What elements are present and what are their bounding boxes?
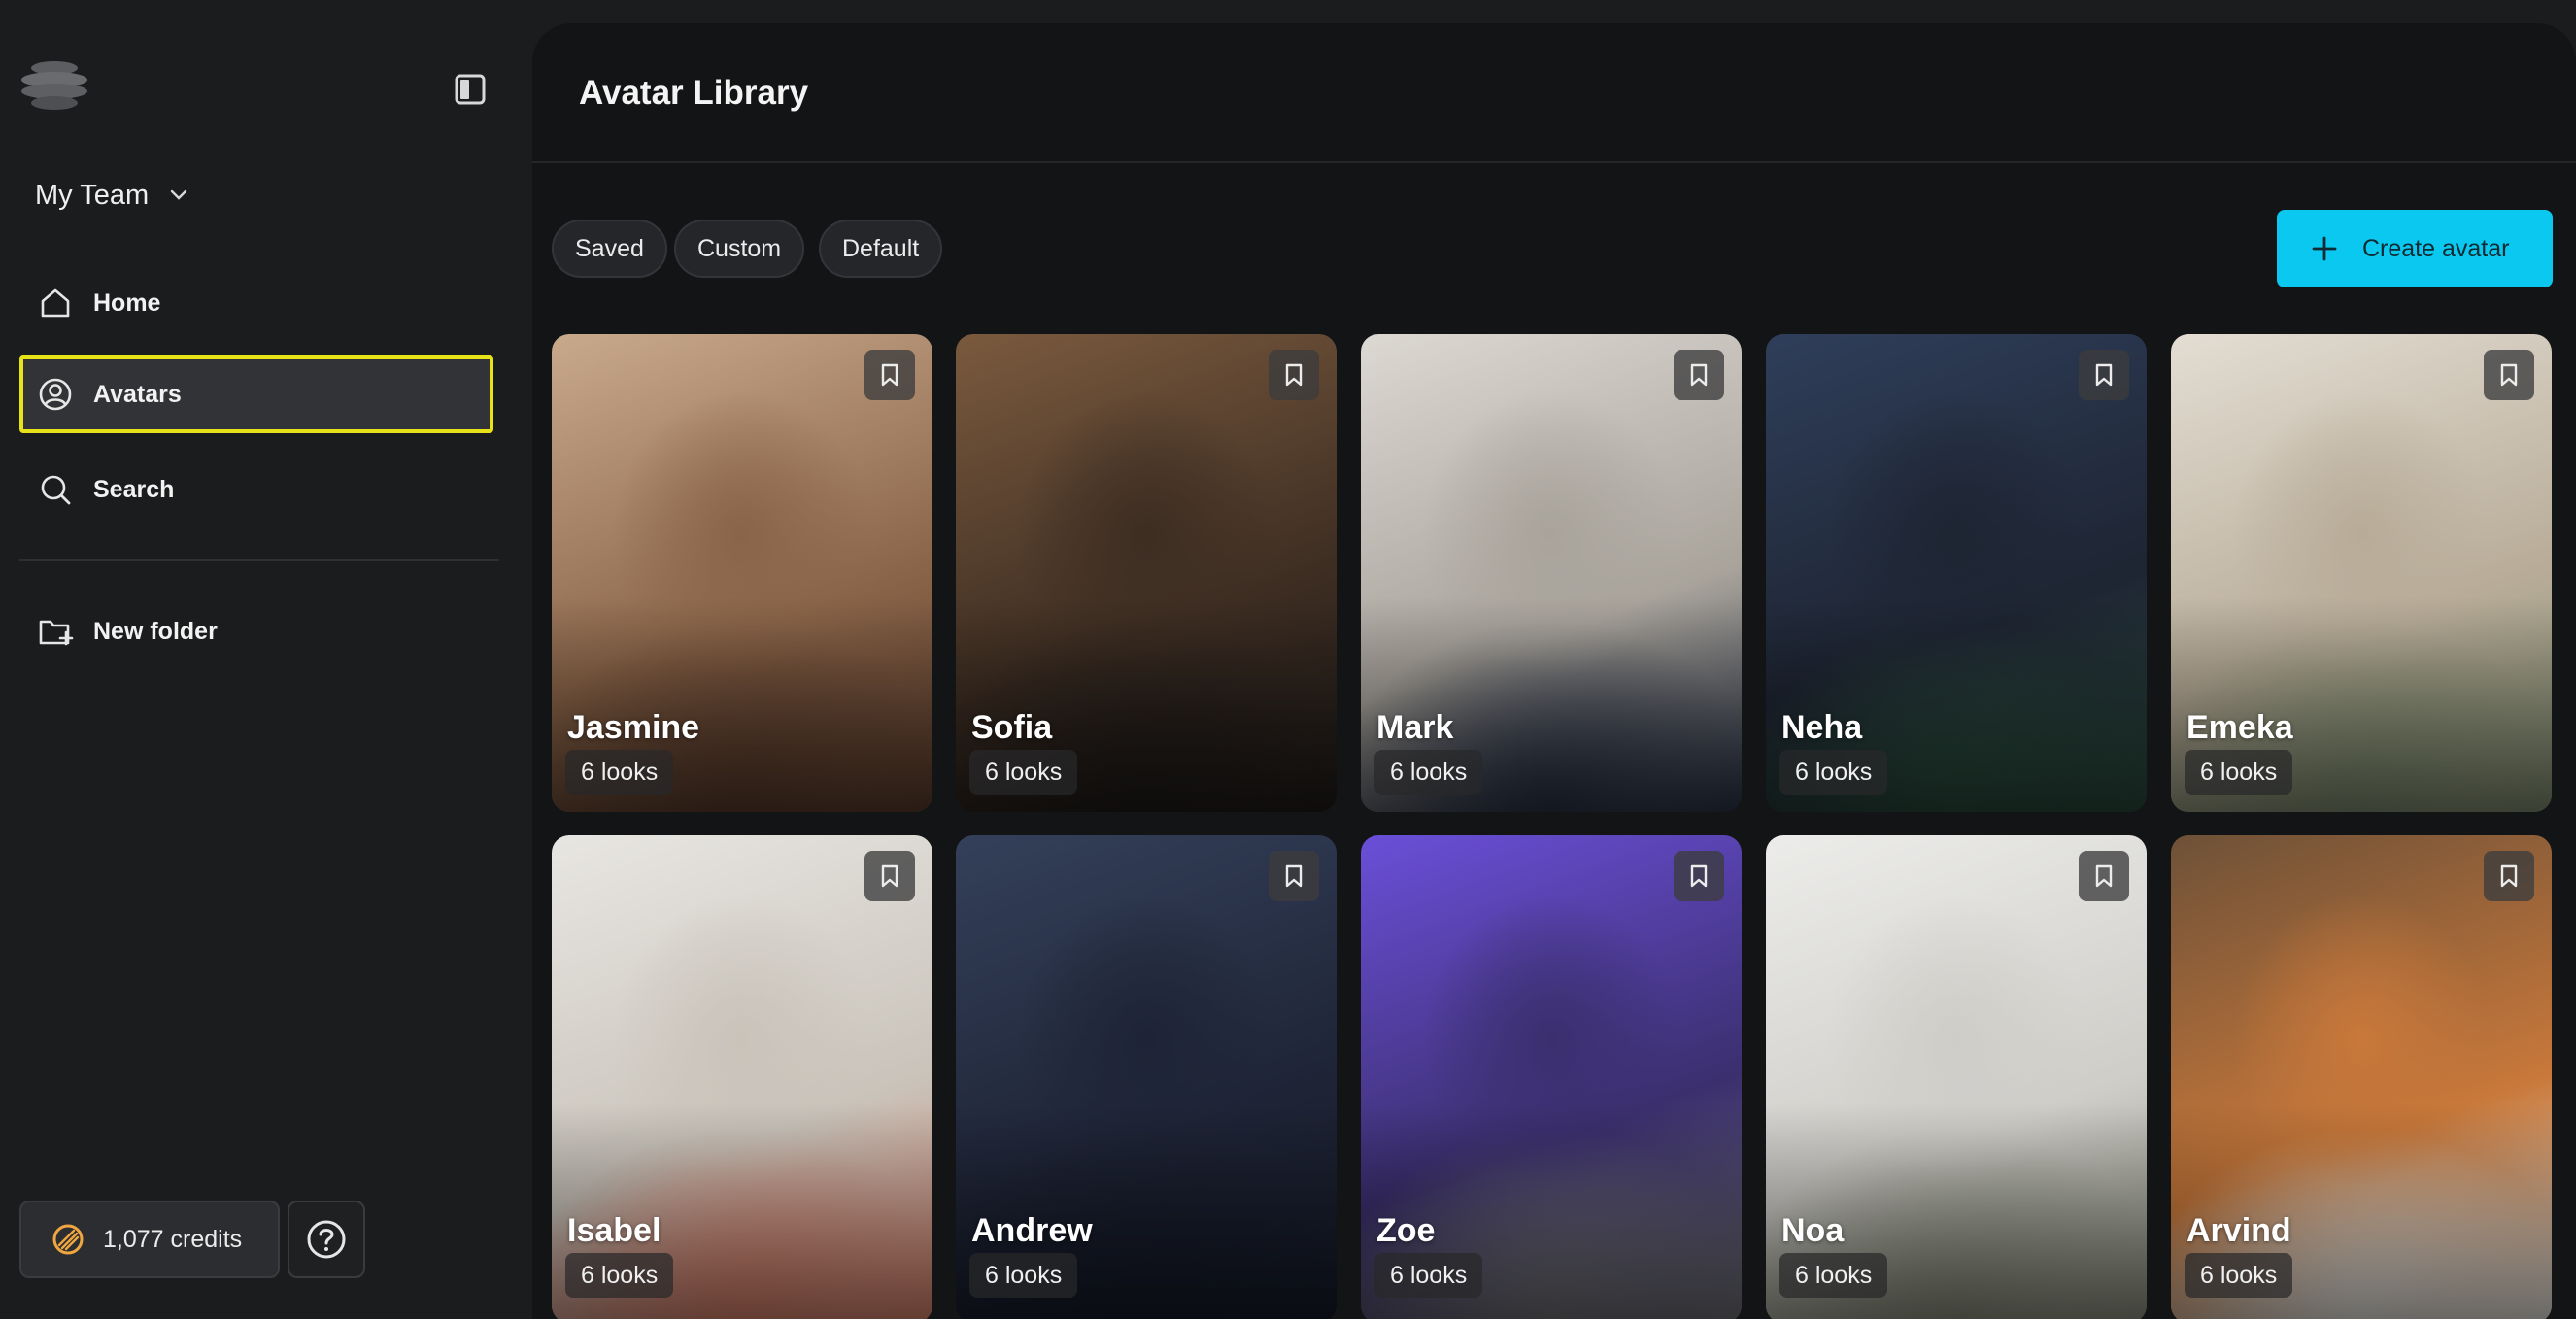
header-divider [532, 161, 2576, 163]
credits-label: 1,077 credits [103, 1225, 243, 1253]
looks-badge: 6 looks [565, 750, 674, 795]
filter-custom[interactable]: Custom [674, 220, 805, 278]
bookmark-icon [1285, 864, 1303, 888]
avatar-name: Neha [1781, 709, 1863, 746]
bookmark-icon [881, 363, 898, 387]
bookmark-icon [2095, 864, 2113, 888]
bookmark-button[interactable] [2079, 851, 2129, 901]
bookmark-button[interactable] [864, 851, 915, 901]
team-label: My Team [35, 179, 150, 211]
avatar-name: Zoe [1376, 1212, 1436, 1249]
looks-badge: 6 looks [1374, 750, 1483, 795]
plus-icon [2312, 236, 2337, 261]
filter-default[interactable]: Default [819, 220, 943, 278]
avatar-name: Andrew [971, 1212, 1093, 1249]
page-title: Avatar Library [579, 74, 809, 112]
nav-home[interactable]: Home [19, 264, 493, 342]
looks-badge: 6 looks [1374, 1253, 1483, 1298]
avatar-card[interactable]: Sofia 6 looks [956, 334, 1337, 812]
filter-saved[interactable]: Saved [552, 220, 667, 278]
user-circle-icon [37, 376, 74, 413]
bookmark-button[interactable] [1269, 350, 1319, 400]
bookmark-button[interactable] [2484, 851, 2534, 901]
avatar-card[interactable]: Isabel 6 looks [552, 835, 932, 1319]
new-folder-button[interactable]: New folder [19, 592, 493, 670]
main-panel: Avatar Library Saved Custom Default Crea… [532, 23, 2576, 1319]
avatar-name: Arvind [2186, 1212, 2291, 1249]
looks-badge: 6 looks [969, 750, 1078, 795]
nav-search[interactable]: Search [19, 451, 493, 528]
avatar-card[interactable]: Noa 6 looks [1766, 835, 2147, 1319]
credits-button[interactable]: 1,077 credits [19, 1201, 280, 1278]
sidebar-divider [19, 559, 499, 561]
new-folder-label: New folder [93, 617, 218, 645]
looks-badge: 6 looks [565, 1253, 674, 1298]
bookmark-icon [2500, 363, 2518, 387]
avatar-card[interactable]: Andrew 6 looks [956, 835, 1337, 1319]
bookmark-button[interactable] [1674, 851, 1724, 901]
avatar-name: Mark [1376, 709, 1454, 746]
nav-avatars[interactable]: Avatars [19, 355, 493, 433]
app-window: My Team Home Avatars Search New folder 1… [0, 0, 2576, 1319]
looks-badge: 6 looks [2185, 750, 2293, 795]
avatar-card[interactable]: Jasmine 6 looks [552, 334, 932, 812]
avatar-card[interactable]: Emeka 6 looks [2171, 334, 2552, 812]
avatar-card[interactable]: Mark 6 looks [1361, 334, 1742, 812]
team-switcher[interactable]: My Team [35, 171, 187, 220]
sidebar: My Team Home Avatars Search New folder 1… [0, 0, 525, 1319]
avatar-name: Noa [1781, 1212, 1845, 1249]
bookmark-icon [1690, 363, 1708, 387]
brand-logo-icon[interactable] [17, 56, 91, 115]
avatar-name: Jasmine [567, 709, 700, 746]
home-icon [37, 285, 74, 321]
nav-avatars-label: Avatars [93, 380, 182, 408]
folder-plus-icon [37, 613, 74, 650]
avatar-name: Isabel [567, 1212, 661, 1249]
search-icon [37, 471, 74, 508]
avatar-name: Sofia [971, 709, 1053, 746]
looks-badge: 6 looks [2185, 1253, 2293, 1298]
bookmark-icon [2095, 363, 2113, 387]
looks-badge: 6 looks [1779, 1253, 1888, 1298]
bookmark-icon [1285, 363, 1303, 387]
looks-badge: 6 looks [969, 1253, 1078, 1298]
bookmark-button[interactable] [1674, 350, 1724, 400]
bookmark-button[interactable] [864, 350, 915, 400]
bookmark-button[interactable] [2079, 350, 2129, 400]
bookmark-icon [881, 864, 898, 888]
avatar-card[interactable]: Neha 6 looks [1766, 334, 2147, 812]
chevron-down-icon [170, 189, 187, 200]
bookmark-button[interactable] [2484, 350, 2534, 400]
bookmark-icon [2500, 864, 2518, 888]
sidebar-collapse-icon[interactable] [453, 72, 488, 107]
help-icon [307, 1220, 346, 1259]
bookmark-button[interactable] [1269, 851, 1319, 901]
create-avatar-label: Create avatar [2362, 234, 2510, 262]
create-avatar-button[interactable]: Create avatar [2277, 210, 2553, 287]
looks-badge: 6 looks [1779, 750, 1888, 795]
avatar-name: Emeka [2186, 709, 2293, 746]
help-button[interactable] [288, 1201, 365, 1278]
bookmark-icon [1690, 864, 1708, 888]
nav-home-label: Home [93, 288, 161, 317]
avatar-card[interactable]: Zoe 6 looks [1361, 835, 1742, 1319]
avatar-card[interactable]: Arvind 6 looks [2171, 835, 2552, 1319]
credits-icon [52, 1224, 84, 1255]
nav-search-label: Search [93, 475, 175, 503]
